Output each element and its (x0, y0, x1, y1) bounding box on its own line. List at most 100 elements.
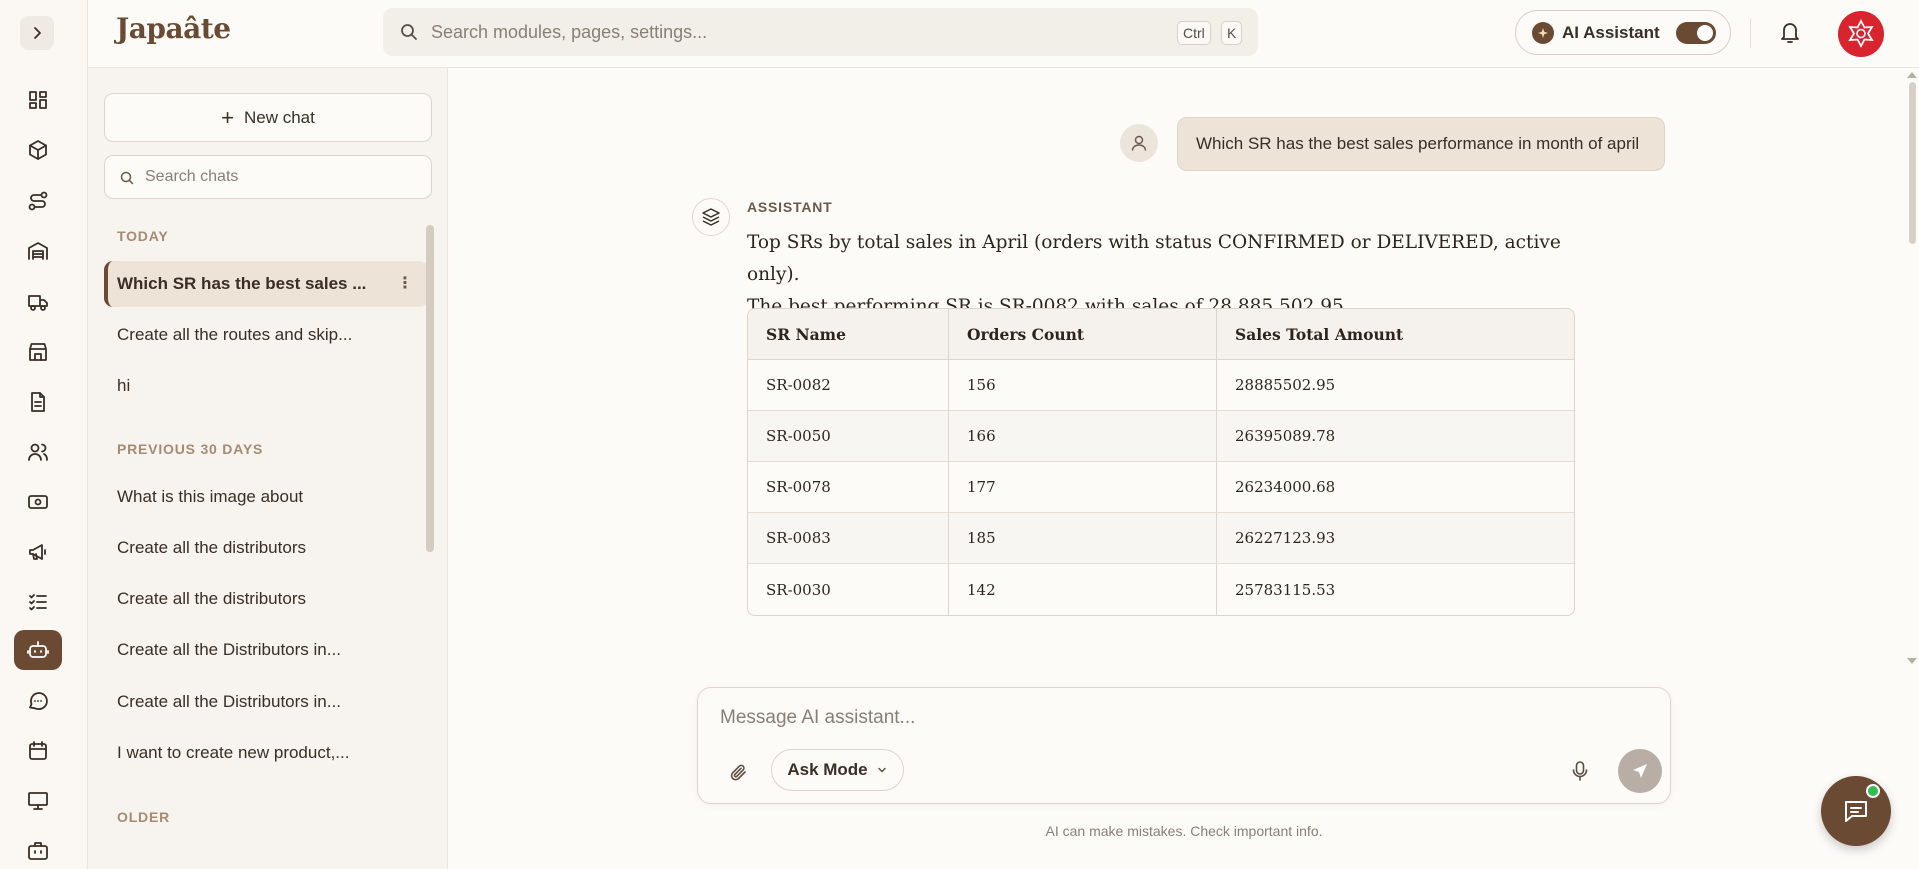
layers-icon (702, 208, 720, 226)
section-today: TODAY (117, 228, 169, 244)
store-icon (29, 343, 47, 361)
expand-sidebar-button[interactable] (20, 16, 54, 50)
nav-ai-assistant[interactable] (14, 630, 62, 670)
dashboard-icon (29, 91, 47, 109)
nav-briefcase[interactable] (14, 831, 62, 869)
shortcut-ctrl-key: Ctrl (1177, 21, 1211, 45)
nav-calendar[interactable] (14, 731, 62, 771)
document-icon (31, 392, 45, 412)
global-search-input[interactable] (431, 8, 1131, 56)
chat-item-label: Which SR has the best sales ... (117, 274, 367, 293)
section-previous-30-days: PREVIOUS 30 DAYS (117, 441, 264, 457)
nav-warehouse[interactable] (14, 231, 62, 271)
new-chat-label: New chat (243, 107, 315, 127)
column-header: Sales Total Amount (1217, 309, 1574, 360)
send-icon (1633, 764, 1647, 778)
nav-dashboard[interactable] (14, 80, 62, 120)
send-button[interactable] (1618, 749, 1662, 793)
truck-icon (28, 295, 48, 311)
table-row: SR-0078 177 26234000.68 (748, 462, 1574, 513)
table-cell: 185 (949, 513, 1217, 564)
nav-campaigns[interactable] (14, 532, 62, 572)
chat-item[interactable]: Create all the distributors (104, 525, 428, 571)
message-square-icon (1845, 801, 1867, 822)
plus-icon: + (221, 104, 234, 130)
users-icon (28, 443, 48, 461)
chat-item[interactable]: Create all the Distributors in... (104, 679, 428, 725)
nav-outlets[interactable] (14, 332, 62, 372)
user-icon (1131, 135, 1147, 151)
chat-history-sidebar: + New chat TODAY Which SR has the best s… (88, 68, 448, 869)
more-options-icon[interactable]: ⋮ (397, 261, 414, 307)
user-message-bubble: Which SR has the best sales performance … (1177, 117, 1665, 171)
paperclip-icon[interactable] (728, 762, 750, 784)
table-cell: 142 (949, 564, 1217, 615)
search-icon (401, 24, 417, 40)
chat-item[interactable]: Create all the routes and skip... (104, 312, 428, 358)
scroll-down-arrow[interactable] (1907, 658, 1917, 664)
nav-messages[interactable] (14, 681, 62, 721)
chat-item[interactable]: hi (104, 363, 428, 409)
microphone-icon[interactable] (1569, 759, 1591, 783)
app-logo[interactable]: Japaâte (116, 12, 231, 45)
table-cell: 25783115.53 (1235, 580, 1336, 599)
message-input[interactable] (720, 702, 1620, 734)
assistant-message-line: Top SRs by total sales in April (orders … (747, 232, 1561, 285)
conversation-pane: Which SR has the best sales performance … (449, 68, 1919, 869)
ask-mode-dropdown[interactable]: Ask Mode (771, 749, 904, 791)
checklist-icon (29, 594, 47, 611)
conversation-scrollbar[interactable] (1909, 82, 1916, 244)
sidebar-scrollbar[interactable] (426, 225, 434, 552)
search-icon (120, 171, 134, 185)
chat-search-input[interactable] (145, 156, 415, 198)
route-icon (28, 191, 48, 211)
nav-documents[interactable] (14, 382, 62, 422)
chevron-down-icon (877, 767, 886, 773)
table-row: SR-0030 142 25783115.53 (748, 564, 1574, 615)
table-cell: SR-0078 (748, 462, 949, 513)
nav-products[interactable] (14, 130, 62, 170)
megaphone-icon (29, 544, 46, 560)
table-cell: 166 (949, 411, 1217, 462)
icon-rail (0, 0, 88, 869)
new-chat-button[interactable]: + New chat (104, 93, 432, 142)
table-cell: 177 (949, 462, 1217, 513)
bell-icon[interactable] (1778, 19, 1802, 45)
table-cell: 28885502.95 (1217, 360, 1574, 411)
ai-assistant-switch[interactable] (1676, 22, 1716, 44)
nav-tasks[interactable] (14, 582, 62, 622)
nav-delivery[interactable] (14, 282, 62, 322)
monitor-icon (28, 792, 48, 810)
ai-disclaimer: AI can make mistakes. Check important in… (1045, 823, 1323, 839)
top-bar: Japaâte Ctrl K AI Assistant (88, 0, 1919, 68)
chat-item[interactable]: Create all the distributors (104, 576, 428, 622)
table-cell: 26234000.68 (1217, 462, 1574, 513)
chat-item[interactable]: What is this image about (104, 474, 428, 520)
online-indicator (1866, 784, 1880, 798)
chat-item[interactable]: I want to create new product,... (104, 730, 428, 776)
user-message-avatar (1120, 124, 1158, 162)
package-icon (29, 140, 47, 160)
nav-finance[interactable] (14, 482, 62, 522)
scroll-up-arrow[interactable] (1907, 72, 1917, 78)
chat-search[interactable] (104, 155, 432, 199)
ai-assistant-toggle-pill[interactable]: AI Assistant (1515, 10, 1731, 55)
nav-monitor[interactable] (14, 781, 62, 821)
column-header: Orders Count (949, 309, 1217, 360)
nav-routes[interactable] (14, 181, 62, 221)
table-cell: 26227123.93 (1217, 513, 1574, 564)
user-avatar[interactable] (1838, 11, 1884, 57)
section-older: OLDER (117, 809, 170, 825)
assistant-label: ASSISTANT (747, 199, 833, 215)
support-chat-button[interactable] (1821, 776, 1891, 846)
calendar-icon (29, 741, 47, 760)
table-cell: SR-0050 (748, 411, 949, 462)
sparkle-icon (1532, 21, 1554, 44)
chat-item-active[interactable]: Which SR has the best sales ... ⋮ (104, 261, 428, 307)
bot-icon (27, 641, 49, 658)
nav-users[interactable] (14, 432, 62, 472)
chat-item[interactable]: Create all the Distributors in... (104, 627, 428, 673)
global-search[interactable]: Ctrl K (383, 8, 1258, 56)
warehouse-icon (28, 242, 48, 260)
cash-icon (28, 495, 48, 509)
